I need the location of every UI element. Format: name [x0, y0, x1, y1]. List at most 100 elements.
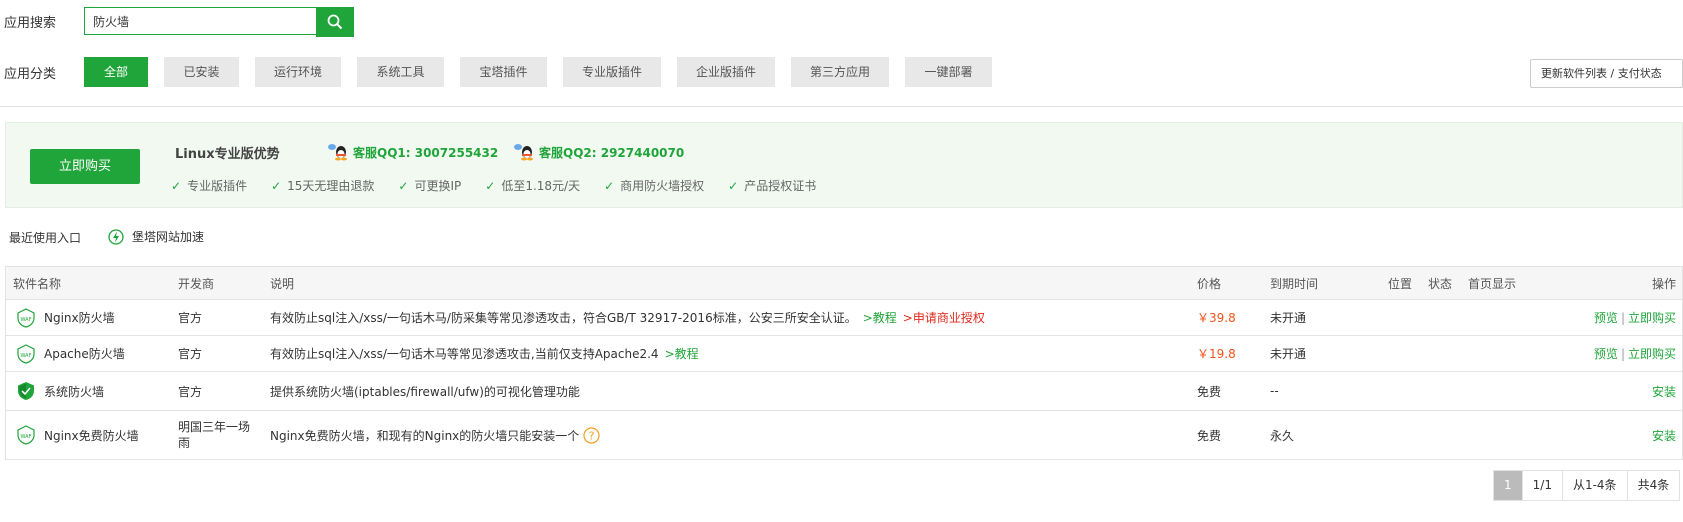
price: 免费 — [1197, 428, 1222, 443]
search-input[interactable] — [85, 8, 317, 34]
col-description: 说明 — [270, 276, 295, 291]
tutorial-link[interactable]: >教程 — [863, 309, 897, 326]
col-home-display: 首页显示 — [1468, 276, 1517, 291]
qq2-link[interactable]: 客服QQ2: 2927440070 — [513, 143, 684, 161]
software-table: 软件名称 开发商 说明 价格 到期时间 位置 状态 首页显示 操作 WAF Ng… — [5, 266, 1683, 460]
buy-now-button[interactable]: 立即购买 — [30, 149, 140, 184]
install-link[interactable]: 安装 — [1652, 427, 1676, 444]
svg-text:WAF: WAF — [21, 317, 32, 323]
svg-text:?: ? — [589, 429, 595, 442]
separator: | — [1620, 346, 1625, 361]
recent-item-label: 堡塔网站加速 — [132, 230, 205, 244]
search-button[interactable] — [316, 7, 354, 37]
table-row: 系统防火墙 官方 提供系统防火墙(iptables/firewall/ufw)的… — [6, 372, 1682, 411]
benefit-label: 低至1.18元/天 — [501, 179, 581, 193]
developer-line: 明国三年一场 — [178, 420, 251, 434]
actions: 预览 | 立即购买 — [1594, 336, 1676, 371]
col-actions: 操作 — [1651, 276, 1676, 291]
separator: | — [1620, 310, 1625, 325]
pagination: 1 1/1 从1-4条 共4条 — [1493, 470, 1681, 501]
expire-time: 永久 — [1270, 428, 1295, 443]
update-list-button[interactable]: 更新软件列表 / 支付状态 — [1530, 59, 1683, 88]
actions: 安装 — [1652, 411, 1676, 459]
buy-link[interactable]: 立即购买 — [1628, 345, 1676, 362]
tab-bt-plugins[interactable]: 宝塔插件 — [460, 57, 547, 87]
table-row: WAF Nginx免费防火墙 明国三年一场 雨 Nginx免费防火墙，和现有的N… — [6, 411, 1682, 460]
check-icon: ✓ — [171, 178, 182, 193]
description-text: Nginx免费防火墙，和现有的Nginx的防火墙只能安装一个 — [270, 428, 580, 443]
tutorial-link[interactable]: >教程 — [665, 345, 699, 362]
promo-title: Linux专业版优势 — [175, 147, 280, 162]
qq-icon — [328, 144, 347, 161]
description-text: 有效防止sql注入/xss/一句话木马/防采集等常见渗透攻击，符合GB/T 32… — [270, 311, 857, 325]
tab-all[interactable]: 全部 — [84, 57, 148, 87]
benefit-label: 15天无理由退款 — [287, 179, 375, 193]
waf-icon: WAF — [17, 343, 35, 364]
description: 提供系统防火墙(iptables/firewall/ufw)的可视化管理功能 — [270, 384, 580, 399]
price: 免费 — [1197, 384, 1222, 399]
tab-enterprise-plugins[interactable]: 企业版插件 — [677, 57, 775, 87]
software-name-text: Apache防火墙 — [44, 347, 125, 361]
category-tabs: 全部 已安装 运行环境 系统工具 宝塔插件 专业版插件 企业版插件 第三方应用 … — [84, 57, 1008, 87]
qq1-link[interactable]: 客服QQ1: 3007255432 — [327, 143, 498, 161]
expire-time: 未开通 — [1270, 347, 1307, 361]
software-name-text: Nginx防火墙 — [44, 311, 115, 325]
developer: 明国三年一场 雨 — [178, 411, 250, 459]
qq2-text: 客服QQ2: 2927440070 — [539, 145, 685, 160]
commercial-license-link[interactable]: >申请商业授权 — [903, 309, 985, 326]
page-total: 共4条 — [1626, 471, 1680, 500]
search-icon — [327, 14, 343, 30]
benefit-item: ✓ 产品授权证书 — [728, 177, 816, 194]
preview-link[interactable]: 预览 — [1594, 309, 1618, 326]
check-icon: ✓ — [271, 178, 282, 193]
benefit-label: 专业版插件 — [187, 179, 248, 193]
tab-pro-plugins[interactable]: 专业版插件 — [563, 57, 661, 87]
waf-icon: WAF — [17, 425, 35, 445]
svg-text:WAF: WAF — [21, 434, 32, 440]
divider — [0, 106, 1683, 107]
col-status: 状态 — [1428, 276, 1453, 291]
software-name: WAF Nginx防火墙 — [16, 300, 115, 335]
description: 有效防止sql注入/xss/一句话木马/防采集等常见渗透攻击，符合GB/T 32… — [270, 300, 985, 335]
buy-link[interactable]: 立即购买 — [1628, 309, 1676, 326]
software-name: WAF Nginx免费防火墙 — [16, 411, 139, 459]
page-current[interactable]: 1 — [1494, 471, 1522, 500]
actions: 安装 — [1652, 372, 1676, 410]
price: ￥19.8 — [1197, 347, 1236, 361]
shield-icon — [18, 382, 34, 400]
description: 有效防止sql注入/xss/一句话木马等常见渗透攻击,当前仅支持Apache2.… — [270, 336, 699, 371]
svg-text:WAF: WAF — [21, 353, 32, 359]
software-name-text: 系统防火墙 — [44, 384, 105, 399]
install-link[interactable]: 安装 — [1652, 383, 1676, 400]
qq-icon — [514, 144, 533, 161]
benefit-item: ✓ 可更换IP — [398, 177, 461, 194]
developer: 官方 — [178, 347, 203, 361]
tab-runtime[interactable]: 运行环境 — [255, 57, 341, 87]
lightning-icon — [108, 228, 124, 245]
col-developer: 开发商 — [178, 276, 215, 291]
waf-icon: WAF — [17, 307, 35, 328]
benefit-item: ✓ 15天无理由退款 — [271, 177, 374, 194]
search-field[interactable] — [84, 7, 318, 35]
check-icon: ✓ — [398, 178, 409, 193]
help-icon[interactable]: ? — [583, 426, 600, 444]
check-icon: ✓ — [485, 178, 496, 193]
col-expire: 到期时间 — [1270, 276, 1319, 291]
tab-third-party[interactable]: 第三方应用 — [791, 57, 889, 87]
check-icon: ✓ — [604, 178, 615, 193]
col-location: 位置 — [1388, 276, 1413, 291]
tab-installed[interactable]: 已安装 — [164, 57, 239, 87]
description: Nginx免费防火墙，和现有的Nginx的防火墙只能安装一个 ? — [270, 411, 600, 459]
table-row: WAF Apache防火墙 官方 有效防止sql注入/xss/一句话木马等常见渗… — [6, 336, 1682, 372]
table-row: WAF Nginx防火墙 官方 有效防止sql注入/xss/一句话木马/防采集等… — [6, 300, 1682, 336]
preview-link[interactable]: 预览 — [1594, 345, 1618, 362]
tab-system-tools[interactable]: 系统工具 — [357, 57, 444, 87]
developer-line: 雨 — [178, 436, 191, 450]
price: ￥39.8 — [1197, 311, 1236, 325]
description-text: 有效防止sql注入/xss/一句话木马等常见渗透攻击,当前仅支持Apache2.… — [270, 347, 659, 361]
software-name-text: Nginx免费防火墙 — [44, 428, 139, 443]
recent-item-site-accel[interactable]: 堡塔网站加速 — [108, 228, 204, 245]
tab-one-click-deploy[interactable]: 一键部署 — [905, 57, 992, 87]
check-icon: ✓ — [728, 178, 739, 193]
category-label: 应用分类 — [4, 67, 57, 82]
